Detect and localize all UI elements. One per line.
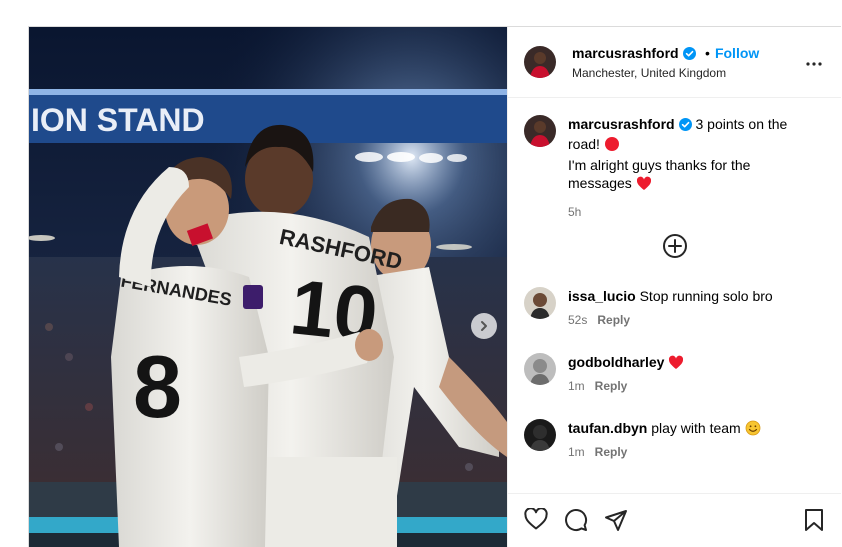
commenter-avatar[interactable] [524,287,556,319]
post-location[interactable]: Manchester, United Kingdom [572,66,726,80]
load-more-comments-button[interactable] [662,233,688,264]
next-image-button[interactable] [471,313,497,339]
avatar-image [524,419,556,451]
paper-plane-icon [605,510,627,531]
header-separator: • [705,45,710,61]
save-button[interactable] [804,508,824,537]
reply-button[interactable]: Reply [597,313,630,327]
comment-meta: 52s Reply [568,313,630,327]
comment-timestamp[interactable]: 52s [568,313,587,327]
comment-timestamp[interactable]: 1m [568,379,585,393]
commenter-avatar[interactable] [524,353,556,385]
comment-meta: 1m Reply [568,445,627,459]
red-heart-emoji-icon [668,355,684,374]
comment-username[interactable]: issa_lucio [568,288,636,304]
verified-badge-icon [678,117,692,135]
comment-text-block: issa_lucio Stop running solo bro [568,287,808,305]
caption-username[interactable]: marcusrashford [568,116,675,132]
post-header: marcusrashford • Follow Manchester, Unite… [508,27,841,98]
author-avatar[interactable] [524,46,556,78]
smiling-face-emoji-icon [745,420,761,440]
comment-bubble-icon [565,509,588,531]
more-options-icon [806,62,822,66]
post-card: ION STAND RASHFORD 10 FERNANDES 8 marcus… [28,26,841,547]
comment-button[interactable] [564,508,588,537]
comment-text: Stop running solo bro [639,288,773,304]
bookmark-icon [805,509,823,531]
caption-line-2: I'm alright guys thanks for the messages [568,157,751,191]
comment-text-block: taufan.dbyn play with team [568,419,808,440]
chevron-right-icon [481,321,487,331]
share-button[interactable] [604,508,628,537]
avatar-image [524,46,556,78]
avatar-image [524,115,556,147]
comment-meta: 1m Reply [568,379,627,393]
red-circle-emoji-icon [604,136,620,156]
follow-button[interactable]: Follow [715,45,759,61]
avatar-image [524,353,556,385]
post-photo[interactable]: ION STAND RASHFORD 10 FERNANDES 8 [29,27,507,547]
comment-username[interactable]: taufan.dbyn [568,420,647,436]
caption-text-block: marcusrashford 3 points on the road! I'm… [568,115,808,221]
stand-banner-text: ION STAND [31,102,205,138]
red-heart-emoji-icon [636,176,652,195]
header-name-row: marcusrashford • Follow [572,45,759,65]
add-circle-icon [663,234,687,258]
caption-timestamp[interactable]: 5h [568,203,808,221]
post-photo-illustration: ION STAND RASHFORD 10 FERNANDES 8 [29,27,507,547]
more-options-button[interactable] [806,53,822,71]
avatar-image [524,287,556,319]
reply-button[interactable]: Reply [595,379,628,393]
like-button[interactable] [524,507,548,535]
reply-button[interactable]: Reply [595,445,628,459]
commenter-avatar[interactable] [524,419,556,451]
author-username[interactable]: marcusrashford [572,45,679,61]
verified-badge-icon [682,47,696,65]
comment-timestamp[interactable]: 1m [568,445,585,459]
heart-outline-icon [524,507,548,530]
jersey-number-8: 8 [133,337,182,436]
caption-author-avatar[interactable] [524,115,556,147]
comment-username[interactable]: godboldharley [568,354,664,370]
post-action-bar [508,493,841,547]
comment-text-block: godboldharley [568,353,808,374]
post-side-panel: marcusrashford • Follow Manchester, Unite… [507,27,841,547]
comment-text: play with team [651,420,741,436]
